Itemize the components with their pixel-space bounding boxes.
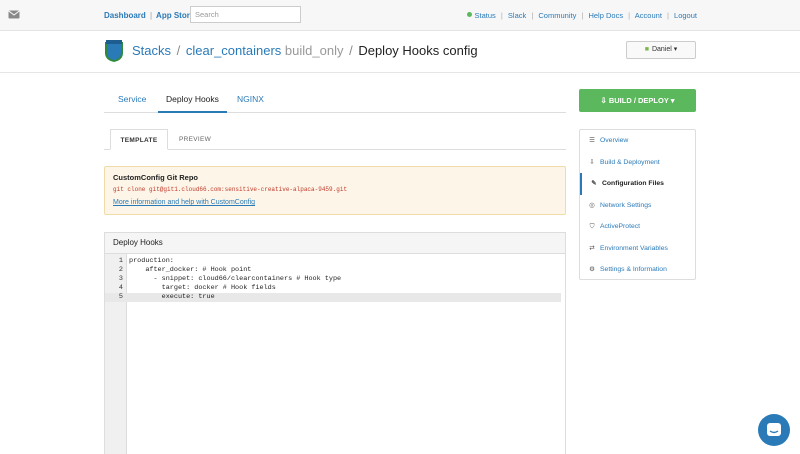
info-title: CustomConfig Git Repo (113, 173, 198, 182)
tab-preview[interactable]: PREVIEW (172, 129, 218, 150)
code-text: - snippet: cloud66/clearcontainers # Hoo… (129, 275, 342, 283)
nav-separator: | (581, 11, 584, 20)
code-line[interactable]: 1 production: (105, 257, 561, 266)
sidebar-item-overview[interactable]: ☰ Overview (580, 130, 695, 152)
status-link[interactable]: Status (475, 11, 496, 20)
custom-config-info: CustomConfig Git Repo git clone git@git1… (104, 166, 566, 215)
code-text: after_docker: # Hook point (129, 266, 252, 274)
shield-icon: ⛉ (589, 223, 595, 230)
stack-name-link[interactable]: clear_containers (186, 43, 281, 58)
chat-icon (767, 423, 781, 436)
logout-link[interactable]: Logout (674, 11, 697, 20)
deploy-icon: ⇩ (589, 158, 595, 166)
sidebar-item-settings-information[interactable]: ⚙ Settings & Information (580, 259, 695, 281)
status-indicator-icon (466, 12, 472, 17)
deploy-icon: ⇩ (600, 96, 607, 105)
sidebar-item-label: Configuration Files (602, 180, 664, 187)
app-store-link[interactable]: App Store (156, 11, 194, 20)
page-title: Deploy Hooks config (358, 43, 478, 58)
nav-separator: | (531, 11, 534, 20)
git-clone-command: git clone git@git1.cloud66.com:sensitive… (113, 186, 348, 193)
page-header: Stacks / clear_containers build_only / D… (0, 31, 800, 73)
tab-deploy-hooks[interactable]: Deploy Hooks (158, 89, 227, 113)
tab-nginx[interactable]: NGINX (229, 89, 272, 113)
tab-label: Service (118, 94, 147, 104)
top-bar: Dashboard | App Store Status | Slack | C… (0, 0, 800, 31)
editor-subtabs: TEMPLATE PREVIEW (104, 129, 566, 150)
breadcrumb-separator: / (349, 43, 353, 58)
sidebar-item-configuration-files[interactable]: ✎ Configuration Files (580, 173, 695, 195)
line-number: 1 (118, 257, 123, 265)
user-name: Daniel (651, 46, 672, 53)
community-link[interactable]: Community (538, 11, 576, 20)
cloud66-logo[interactable] (103, 39, 125, 63)
line-number: 2 (118, 266, 123, 274)
gear-icon: ⚙ (589, 266, 595, 273)
secondary-nav: Status | Slack | Community | Help Docs |… (466, 11, 697, 20)
code-text: execute: true (129, 293, 215, 301)
tab-label: NGINX (237, 94, 264, 104)
chevron-down-icon: ▾ (673, 46, 678, 53)
deploy-hooks-panel: Deploy Hooks 1 production: 2 after_docker… (104, 232, 566, 454)
wrench-icon: ✎ (591, 180, 597, 187)
environment-label: build_only (284, 43, 344, 58)
help-docs-link[interactable]: Help Docs (588, 11, 623, 20)
stacks-link[interactable]: Stacks (132, 43, 171, 58)
account-link[interactable]: Account (635, 11, 662, 20)
sidebar-item-label: Settings & Information (600, 266, 667, 273)
chat-launcher-button[interactable] (758, 414, 790, 446)
build-deploy-button[interactable]: ⇩ BUILD / DEPLOY ▾ (579, 89, 696, 112)
build-deploy-label: BUILD / DEPLOY (608, 96, 669, 105)
slack-link[interactable]: Slack (508, 11, 526, 20)
arrows-icon: ⇄ (589, 244, 595, 252)
list-icon: ☰ (589, 137, 595, 144)
search-input[interactable] (190, 6, 301, 23)
dashboard-link[interactable]: Dashboard (104, 11, 146, 20)
sidebar-item-activeprotect[interactable]: ⛉ ActiveProtect (580, 216, 695, 238)
nav-separator: | (628, 11, 631, 20)
stack-sidebar-menu: ☰ Overview ⇩ Build & Deployment ✎ Configura… (579, 129, 696, 280)
code-line-active[interactable]: 5 execute: true (105, 293, 561, 302)
user-menu-button[interactable]: ■ Daniel ▾ (626, 41, 696, 59)
caret-down-icon: ▾ (670, 96, 675, 105)
code-editor[interactable]: 1 production: 2 after_docker: # Hook poin… (105, 254, 565, 454)
primary-nav: Dashboard | App Store (104, 11, 194, 20)
sidebar-item-environment-variables[interactable]: ⇄ Environment Variables (580, 238, 695, 260)
breadcrumb-separator: / (176, 43, 181, 58)
breadcrumb: Stacks / clear_containers build_only / D… (132, 43, 478, 58)
mail-icon[interactable] (8, 10, 20, 19)
panel-title: Deploy Hooks (105, 233, 565, 254)
code-line[interactable]: 2 after_docker: # Hook point (105, 266, 561, 275)
user-icon: ■ (644, 46, 649, 53)
nav-separator: | (500, 11, 503, 20)
line-number: 5 (118, 293, 123, 301)
line-number: 4 (118, 284, 123, 292)
code-line[interactable]: 4 target: docker # Hook fields (105, 284, 561, 293)
line-number: 3 (118, 275, 123, 283)
sidebar-item-build-deployment[interactable]: ⇩ Build & Deployment (580, 152, 695, 174)
sidebar-item-label: ActiveProtect (600, 223, 641, 230)
sidebar-item-network-settings[interactable]: ◎ Network Settings (580, 195, 695, 217)
sidebar-item-label: Overview (600, 137, 629, 144)
sidebar-item-label: Environment Variables (600, 244, 668, 252)
nav-separator: | (150, 11, 153, 20)
tab-service[interactable]: Service (110, 89, 154, 113)
nav-separator: | (667, 11, 669, 20)
code-text: production: (129, 257, 174, 265)
tab-template[interactable]: TEMPLATE (110, 129, 168, 150)
tab-label: Deploy Hooks (166, 94, 219, 104)
sidebar-item-label: Network Settings (600, 201, 652, 209)
code-text: target: docker # Hook fields (129, 284, 276, 292)
network-icon: ◎ (589, 201, 595, 209)
sidebar-item-label: Build & Deployment (600, 158, 660, 166)
main-tabs: Service Deploy Hooks NGINX (104, 89, 566, 113)
code-line[interactable]: 3 - snippet: cloud66/clearcontainers # H… (105, 275, 561, 284)
custom-config-help-link[interactable]: More information and help with CustomCon… (113, 199, 557, 206)
